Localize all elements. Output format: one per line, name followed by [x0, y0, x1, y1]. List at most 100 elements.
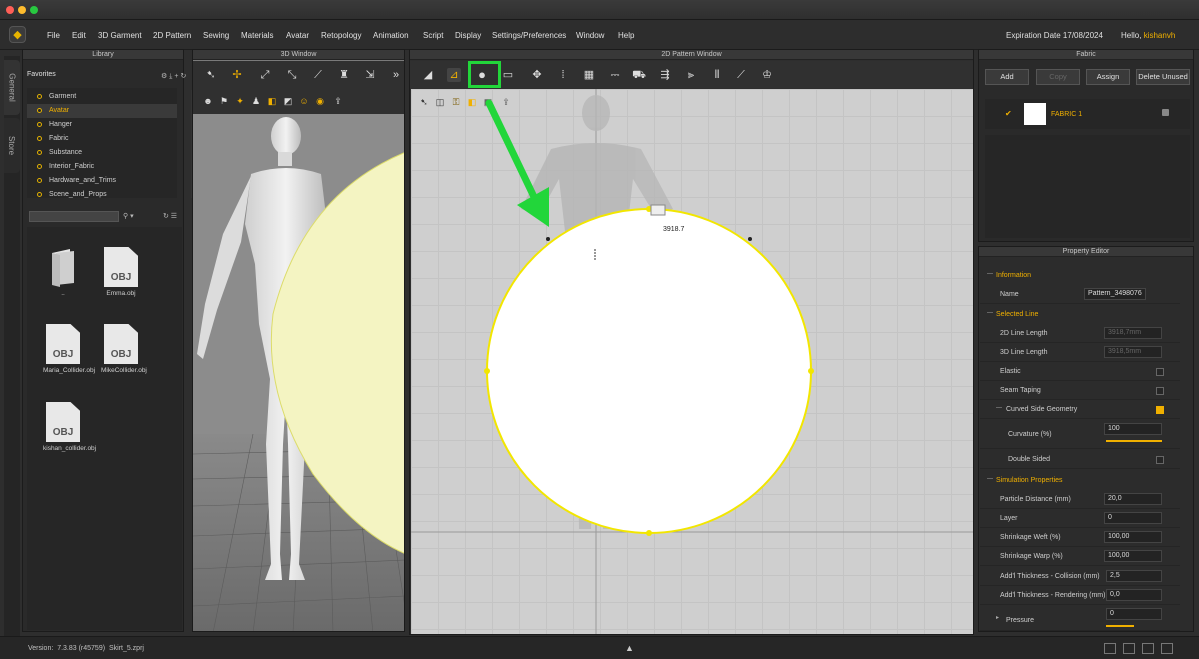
- seam-taping-checkbox[interactable]: [1156, 387, 1164, 395]
- fav-item-scene[interactable]: Scene_and_Props: [27, 188, 177, 198]
- curvature-slider[interactable]: [1106, 440, 1162, 442]
- avatar-pose-icon[interactable]: ☺: [297, 94, 311, 108]
- layer-input[interactable]: 0: [1104, 512, 1162, 524]
- pattern-point[interactable]: [808, 368, 814, 374]
- section-simulation[interactable]: — Simulation Properties: [980, 471, 1180, 490]
- file-item-maria-collider[interactable]: OBJ Maria_Collider.obj: [39, 324, 95, 375]
- line3d-input[interactable]: 3918,5mm: [1104, 346, 1162, 358]
- view-toggle-icon[interactable]: ↻ ☰: [163, 212, 177, 220]
- thickness-collision-input[interactable]: 2,5: [1106, 570, 1162, 582]
- add-fabric-button[interactable]: Add: [985, 69, 1029, 85]
- pattern-point[interactable]: [546, 237, 550, 241]
- tab-general[interactable]: General: [4, 60, 20, 115]
- library-search-input[interactable]: [29, 211, 119, 222]
- username-link[interactable]: kishanvh: [1144, 31, 1176, 40]
- pattern-point[interactable]: [646, 530, 652, 536]
- menu-avatar[interactable]: Avatar: [286, 31, 309, 40]
- file-item-mike-collider[interactable]: OBJ MikeCollider.obj: [97, 324, 147, 375]
- search-icon[interactable]: ⚲ ▾: [123, 212, 134, 220]
- layout-single-icon[interactable]: [1104, 643, 1116, 654]
- double-sided-checkbox[interactable]: [1156, 456, 1164, 464]
- menu-animation[interactable]: Animation: [373, 31, 409, 40]
- menu-2d-pattern[interactable]: 2D Pattern: [153, 31, 191, 40]
- trim-icon[interactable]: ◩: [281, 94, 295, 108]
- fav-item-fabric[interactable]: Fabric: [27, 132, 177, 146]
- pattern-point[interactable]: [484, 368, 490, 374]
- section-information[interactable]: — Information: [980, 266, 1180, 285]
- edit-pattern-icon[interactable]: ◢: [421, 68, 435, 82]
- pin-tool-icon[interactable]: ⟋: [734, 68, 748, 82]
- zoom-window-button[interactable]: [30, 6, 38, 14]
- expand-panel-icon[interactable]: ▲: [625, 643, 634, 653]
- fav-item-garment[interactable]: Garment: [27, 90, 177, 104]
- warp-input[interactable]: 100,00: [1104, 550, 1162, 562]
- fabric-item[interactable]: ✔ FABRIC 1: [985, 99, 1190, 129]
- line2d-input[interactable]: 3918,7mm: [1104, 327, 1162, 339]
- fav-item-interior-fabric[interactable]: Interior_Fabric: [27, 160, 177, 174]
- pressure-input[interactable]: 0: [1106, 608, 1162, 620]
- export-icon[interactable]: ⇪: [331, 94, 345, 108]
- app-logo-icon[interactable]: ◆: [9, 26, 26, 43]
- thickness-rendering-input[interactable]: 0,0: [1106, 589, 1162, 601]
- particle-input[interactable]: 20,0: [1104, 493, 1162, 505]
- edit-curvature-icon[interactable]: ⊿: [447, 68, 461, 82]
- measure-icon[interactable]: ♟: [249, 94, 263, 108]
- file-item-emma[interactable]: OBJ Emma.obj: [97, 247, 145, 298]
- transform-icon[interactable]: ✢: [230, 68, 244, 82]
- fold-icon[interactable]: ⇲: [363, 68, 377, 82]
- layout-quad-icon[interactable]: [1161, 643, 1173, 654]
- tack-icon[interactable]: ✦: [233, 94, 247, 108]
- trace-icon[interactable]: ⛟: [632, 68, 646, 82]
- collapse-icon[interactable]: —: [996, 405, 1002, 411]
- expand-icon[interactable]: ▸: [996, 614, 999, 621]
- minimize-window-button[interactable]: [18, 6, 26, 14]
- more-icon[interactable]: »: [389, 68, 403, 82]
- tab-store[interactable]: Store: [4, 118, 20, 173]
- pressure-slider[interactable]: [1106, 625, 1134, 627]
- circle-pattern[interactable]: [486, 208, 812, 534]
- select-mesh-icon[interactable]: ⤢: [258, 68, 272, 82]
- garment-icon[interactable]: ♜: [337, 68, 351, 82]
- pattern-point[interactable]: [748, 237, 752, 241]
- rectangle-tool-icon[interactable]: ▭: [501, 68, 515, 82]
- grid-tool-icon[interactable]: ▦: [582, 68, 596, 82]
- close-window-button[interactable]: [6, 6, 14, 14]
- menu-file[interactable]: File: [47, 31, 60, 40]
- fold-line-icon[interactable]: ⎓: [608, 68, 622, 82]
- menu-sewing[interactable]: Sewing: [203, 31, 229, 40]
- 3d-viewport[interactable]: [193, 114, 405, 632]
- menu-edit[interactable]: Edit: [72, 31, 86, 40]
- section-selected-line[interactable]: — Selected Line: [980, 305, 1180, 324]
- refresh-icon[interactable]: ↻: [180, 73, 188, 80]
- menu-settings[interactable]: Settings/Preferences: [492, 31, 566, 40]
- menu-retopology[interactable]: Retopology: [321, 31, 361, 40]
- fav-item-substance[interactable]: Substance: [27, 146, 177, 160]
- fit-icon[interactable]: ◧: [265, 94, 279, 108]
- free-sewing-icon[interactable]: ⫸: [684, 68, 698, 82]
- elastic-icon[interactable]: ⦀: [710, 68, 724, 82]
- menu-window[interactable]: Window: [576, 31, 604, 40]
- menu-help[interactable]: Help: [618, 31, 634, 40]
- texture-icon[interactable]: ◉: [313, 94, 327, 108]
- internal-line-icon[interactable]: ✥: [530, 68, 544, 82]
- menu-materials[interactable]: Materials: [241, 31, 273, 40]
- name-input[interactable]: Pattern_3498076: [1084, 288, 1146, 300]
- weft-input[interactable]: 100,00: [1104, 531, 1162, 543]
- garment-shirt-icon[interactable]: ♔: [760, 68, 774, 82]
- 2d-canvas[interactable]: ➷ ◫ ⚿ ◧ ◩ ⇪: [411, 89, 973, 634]
- fav-item-hanger[interactable]: Hanger: [27, 118, 177, 132]
- curved-side-checkbox[interactable]: [1156, 406, 1164, 414]
- select-move-icon[interactable]: ➷: [204, 68, 218, 82]
- fav-item-hardware[interactable]: Hardware_and_Trims: [27, 174, 177, 188]
- fav-item-avatar[interactable]: Avatar: [27, 104, 177, 118]
- layout-grid-icon[interactable]: [1142, 643, 1154, 654]
- file-item-parent[interactable]: ..: [39, 247, 87, 298]
- menu-3d-garment[interactable]: 3D Garment: [98, 31, 142, 40]
- segment-sewing-icon[interactable]: ⇶: [658, 68, 672, 82]
- menu-script[interactable]: Script: [423, 31, 443, 40]
- curvature-input[interactable]: 100: [1104, 423, 1162, 435]
- gizmo-icon[interactable]: ⤡: [285, 68, 299, 82]
- pin-icon[interactable]: ⚑: [217, 94, 231, 108]
- file-item-kishan-collider[interactable]: OBJ kishan_collider.obj: [39, 402, 96, 453]
- dart-icon[interactable]: ⁞: [556, 68, 570, 82]
